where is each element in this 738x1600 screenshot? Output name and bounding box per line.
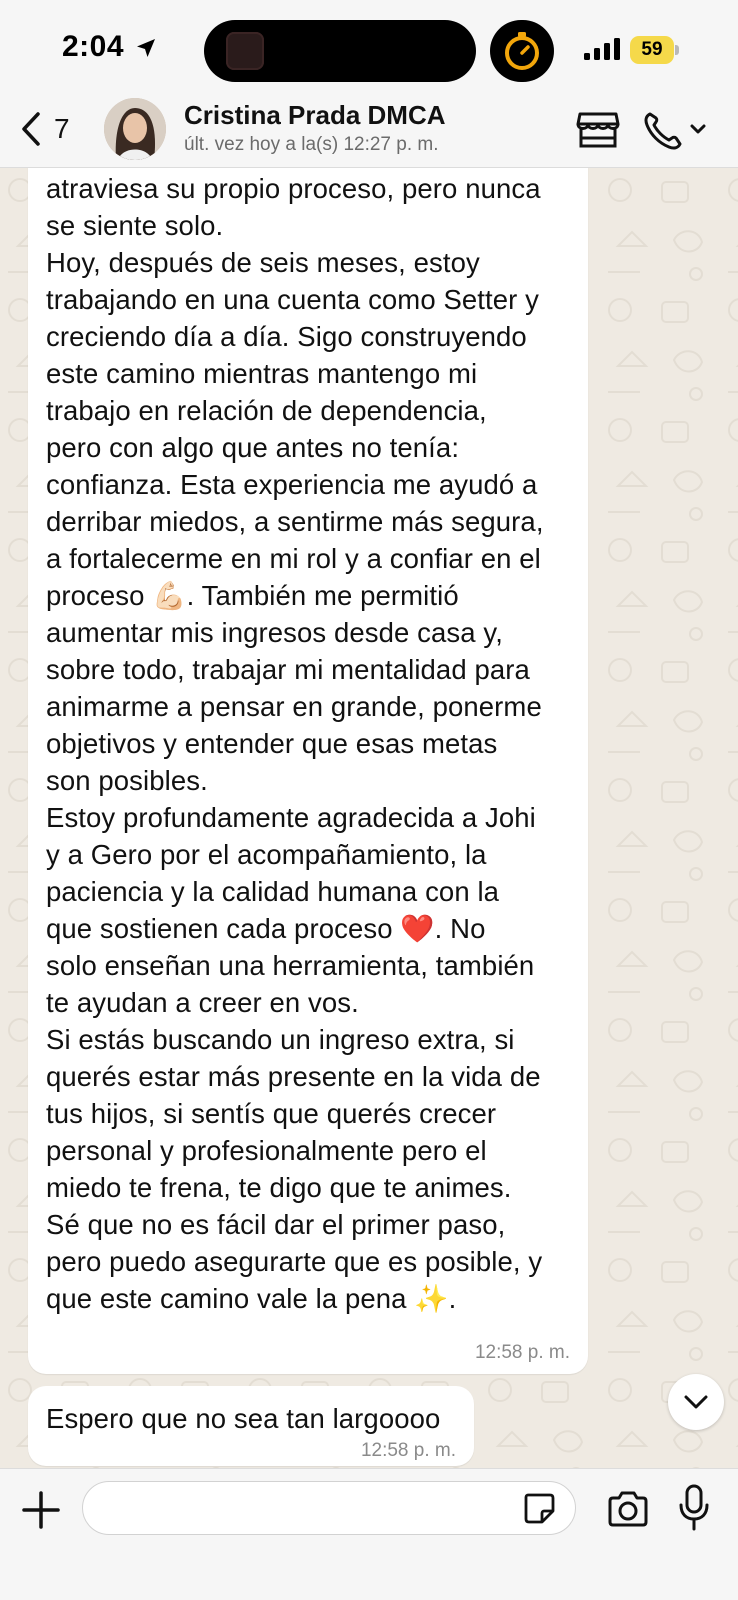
call-button[interactable]	[640, 108, 712, 152]
plus-icon[interactable]	[20, 1489, 62, 1531]
message-text: Espero que no sea tan largoooo	[46, 1403, 441, 1434]
timer-icon	[505, 32, 539, 70]
battery-cap	[675, 45, 679, 55]
whatsapp-chat-screen: 2:04 59 7 Cristina Prada DMCA últ. vez h…	[0, 0, 738, 1600]
chevron-down-icon	[684, 1395, 708, 1409]
chevron-left-icon	[22, 112, 40, 146]
phone-icon	[644, 112, 706, 150]
store-icon[interactable]	[576, 110, 620, 150]
cellular-signal-icon	[584, 38, 620, 60]
message-timestamp: 12:58 p. m.	[360, 1440, 456, 1461]
scroll-to-bottom-button[interactable]	[668, 1374, 724, 1430]
battery-icon: 59	[630, 36, 679, 64]
avatar-photo	[104, 98, 166, 160]
message-input[interactable]	[82, 1481, 576, 1535]
chat-header: 7 Cristina Prada DMCA últ. vez hoy a la(…	[0, 92, 738, 168]
media-thumbnail	[226, 32, 264, 70]
last-seen-status: últ. vez hoy a la(s) 12:27 p. m.	[184, 134, 439, 155]
back-button[interactable]: 7	[18, 106, 88, 152]
message-bubble-incoming[interactable]: Espero que no sea tan largoooo 12:58 p. …	[28, 1386, 474, 1466]
message-text: atraviesa su propio proceso, pero nunca …	[46, 173, 544, 1314]
avatar[interactable]	[104, 98, 166, 160]
message-timestamp: 12:58 p. m.	[474, 1342, 570, 1363]
unread-count: 7	[54, 113, 70, 144]
battery-level: 59	[630, 36, 674, 64]
chevron-down-icon	[690, 124, 706, 134]
input-bar	[0, 1468, 738, 1600]
camera-icon[interactable]	[606, 1489, 650, 1529]
chat-area[interactable]: atraviesa su propio proceso, pero nunca …	[0, 168, 738, 1468]
timer-activity	[490, 20, 554, 82]
location-arrow-icon	[137, 39, 155, 57]
microphone-icon[interactable]	[676, 1483, 712, 1533]
dynamic-island	[204, 20, 476, 82]
message-bubble-incoming[interactable]: atraviesa su propio proceso, pero nunca …	[28, 168, 588, 1374]
status-time: 2:04	[62, 30, 125, 63]
status-bar: 2:04 59	[0, 0, 738, 92]
sticker-icon[interactable]	[522, 1491, 556, 1525]
contact-name[interactable]: Cristina Prada DMCA	[184, 100, 446, 131]
